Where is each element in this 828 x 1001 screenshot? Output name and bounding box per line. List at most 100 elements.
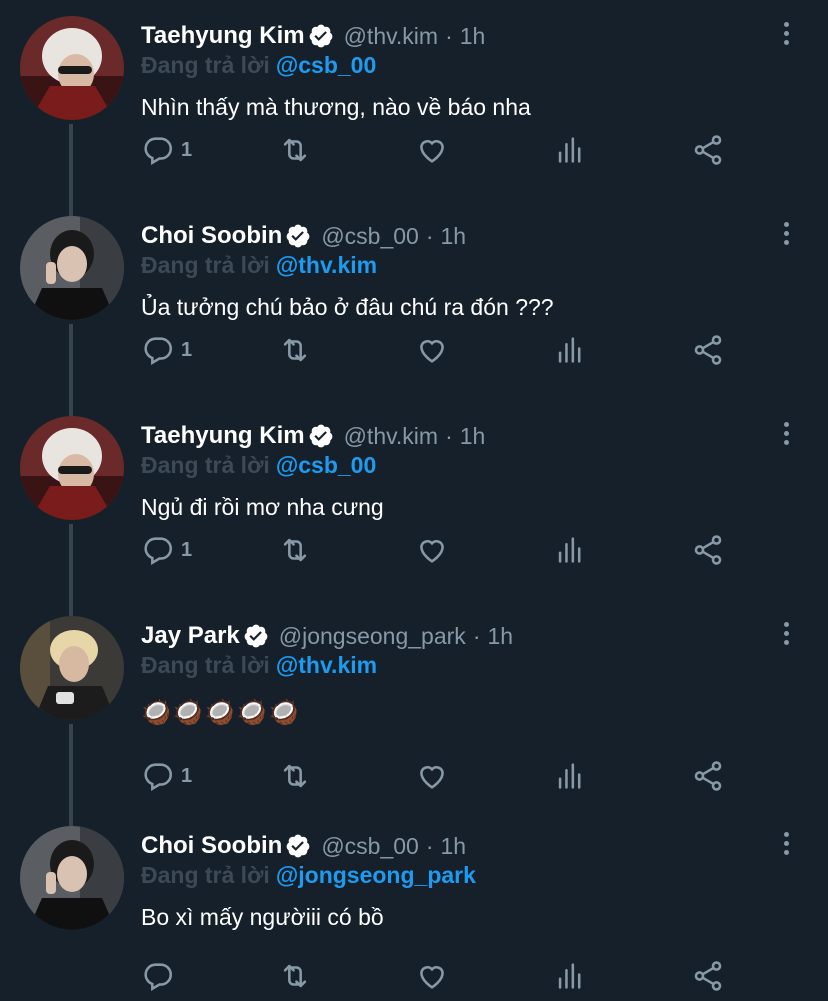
replying-prefix: Đang trả lời bbox=[141, 862, 270, 888]
retweet-button[interactable] bbox=[277, 132, 313, 168]
more-icon[interactable] bbox=[776, 832, 796, 860]
mention-link[interactable]: @csb_00 bbox=[276, 452, 376, 478]
handle[interactable]: @thv.kim bbox=[344, 423, 438, 450]
reply-button[interactable]: 1 bbox=[141, 132, 192, 168]
mention-link[interactable]: @jongseong_park bbox=[276, 862, 476, 888]
more-icon[interactable] bbox=[776, 22, 796, 50]
display-name[interactable]: Choi Soobin bbox=[141, 832, 282, 860]
timestamp[interactable]: 1h bbox=[460, 423, 486, 450]
timestamp[interactable]: 1h bbox=[441, 833, 467, 860]
separator-dot: · bbox=[425, 832, 434, 859]
share-button[interactable] bbox=[691, 532, 725, 568]
share-icon bbox=[691, 759, 725, 793]
like-button[interactable] bbox=[415, 758, 449, 794]
analytics-button[interactable] bbox=[553, 758, 587, 794]
tweet[interactable]: Taehyung Kim @thv.kim · 1h Đang trả lời @… bbox=[0, 400, 828, 600]
tweet-header: Choi Soobin @csb_00 · 1h bbox=[141, 829, 466, 863]
share-button[interactable] bbox=[691, 332, 725, 368]
analytics-button[interactable] bbox=[553, 958, 587, 994]
timestamp[interactable]: 1h bbox=[487, 623, 513, 650]
retweet-button[interactable] bbox=[277, 958, 313, 994]
handle[interactable]: @csb_00 bbox=[321, 833, 419, 860]
avatar[interactable] bbox=[20, 16, 124, 120]
tweet-text: Nhìn thấy mà thương, nào về báo nha bbox=[141, 94, 531, 120]
share-icon bbox=[691, 133, 725, 167]
avatar[interactable] bbox=[20, 826, 124, 930]
display-name[interactable]: Choi Soobin bbox=[141, 222, 282, 250]
handle[interactable]: @thv.kim bbox=[344, 23, 438, 50]
retweet-button[interactable] bbox=[277, 758, 313, 794]
separator-dot: · bbox=[425, 222, 434, 249]
analytics-button[interactable] bbox=[553, 132, 587, 168]
avatar[interactable] bbox=[20, 216, 124, 320]
tweet-text: Bo xì mấy ngườiii có bồ bbox=[141, 904, 384, 930]
reply-button[interactable]: 1 bbox=[141, 532, 192, 568]
more-icon[interactable] bbox=[776, 622, 796, 650]
tweet-actions: 1 bbox=[141, 758, 741, 794]
replying-prefix: Đang trả lời bbox=[141, 52, 270, 78]
reply-button[interactable] bbox=[141, 958, 181, 994]
replying-prefix: Đang trả lời bbox=[141, 252, 270, 278]
avatar[interactable] bbox=[20, 616, 124, 720]
handle[interactable]: @jongseong_park bbox=[279, 623, 466, 650]
replying-to: Đang trả lời @csb_00 bbox=[141, 52, 376, 79]
reply-icon bbox=[141, 533, 175, 567]
tweet-text: 🥥🥥🥥🥥🥥 bbox=[141, 699, 301, 726]
tweet-actions: 1 bbox=[141, 532, 741, 568]
reply-icon bbox=[141, 133, 175, 167]
tweet-actions: 1 bbox=[141, 332, 741, 368]
like-button[interactable] bbox=[415, 532, 449, 568]
mention-link[interactable]: @csb_00 bbox=[276, 52, 376, 78]
display-name[interactable]: Taehyung Kim bbox=[141, 422, 305, 450]
reply-button[interactable]: 1 bbox=[141, 758, 192, 794]
tweet[interactable]: Taehyung Kim @thv.kim · 1h Đang trả lời @… bbox=[0, 0, 828, 200]
reply-count: 1 bbox=[181, 338, 193, 361]
retweet-icon bbox=[277, 333, 313, 367]
like-button[interactable] bbox=[415, 132, 449, 168]
like-button[interactable] bbox=[415, 958, 449, 994]
share-icon bbox=[691, 959, 725, 993]
verified-icon bbox=[243, 623, 269, 649]
mention-link[interactable]: @thv.kim bbox=[276, 652, 377, 678]
replying-to: Đang trả lời @csb_00 bbox=[141, 452, 376, 479]
reply-icon bbox=[141, 759, 175, 793]
tweet-header: Choi Soobin @csb_00 · 1h bbox=[141, 219, 466, 253]
tweet-thread: Taehyung Kim @thv.kim · 1h Đang trả lời @… bbox=[0, 0, 828, 1001]
analytics-button[interactable] bbox=[553, 332, 587, 368]
verified-icon bbox=[285, 833, 311, 859]
retweet-icon bbox=[277, 759, 313, 793]
share-icon bbox=[691, 533, 725, 567]
timestamp[interactable]: 1h bbox=[441, 223, 467, 250]
more-icon[interactable] bbox=[776, 222, 796, 250]
tweet-header: Taehyung Kim @thv.kim · 1h bbox=[141, 19, 485, 53]
reply-button[interactable]: 1 bbox=[141, 332, 192, 368]
replying-to: Đang trả lời @thv.kim bbox=[141, 652, 377, 679]
retweet-button[interactable] bbox=[277, 532, 313, 568]
share-button[interactable] bbox=[691, 958, 725, 994]
analytics-icon bbox=[553, 533, 587, 567]
retweet-icon bbox=[277, 533, 313, 567]
share-button[interactable] bbox=[691, 758, 725, 794]
display-name[interactable]: Taehyung Kim bbox=[141, 22, 305, 50]
tweet[interactable]: Jay Park @jongseong_park · 1h Đang trả l… bbox=[0, 600, 828, 810]
tweet-header: Taehyung Kim @thv.kim · 1h bbox=[141, 419, 485, 453]
reply-icon bbox=[141, 959, 175, 993]
like-icon bbox=[415, 959, 449, 993]
handle[interactable]: @csb_00 bbox=[321, 223, 419, 250]
tweet-text: Ủa tưởng chú bảo ở đâu chú ra đón ??? bbox=[141, 294, 554, 320]
like-icon bbox=[415, 759, 449, 793]
analytics-button[interactable] bbox=[553, 532, 587, 568]
share-button[interactable] bbox=[691, 132, 725, 168]
display-name[interactable]: Jay Park bbox=[141, 622, 240, 650]
tweet[interactable]: Choi Soobin @csb_00 · 1h Đang trả lời @jo… bbox=[0, 810, 828, 1001]
retweet-icon bbox=[277, 959, 313, 993]
like-button[interactable] bbox=[415, 332, 449, 368]
retweet-button[interactable] bbox=[277, 332, 313, 368]
avatar[interactable] bbox=[20, 416, 124, 520]
more-icon[interactable] bbox=[776, 422, 796, 450]
reply-count: 1 bbox=[181, 138, 193, 161]
mention-link[interactable]: @thv.kim bbox=[276, 252, 377, 278]
replying-prefix: Đang trả lời bbox=[141, 652, 270, 678]
timestamp[interactable]: 1h bbox=[460, 23, 486, 50]
tweet[interactable]: Choi Soobin @csb_00 · 1h Đang trả lời @th… bbox=[0, 200, 828, 400]
